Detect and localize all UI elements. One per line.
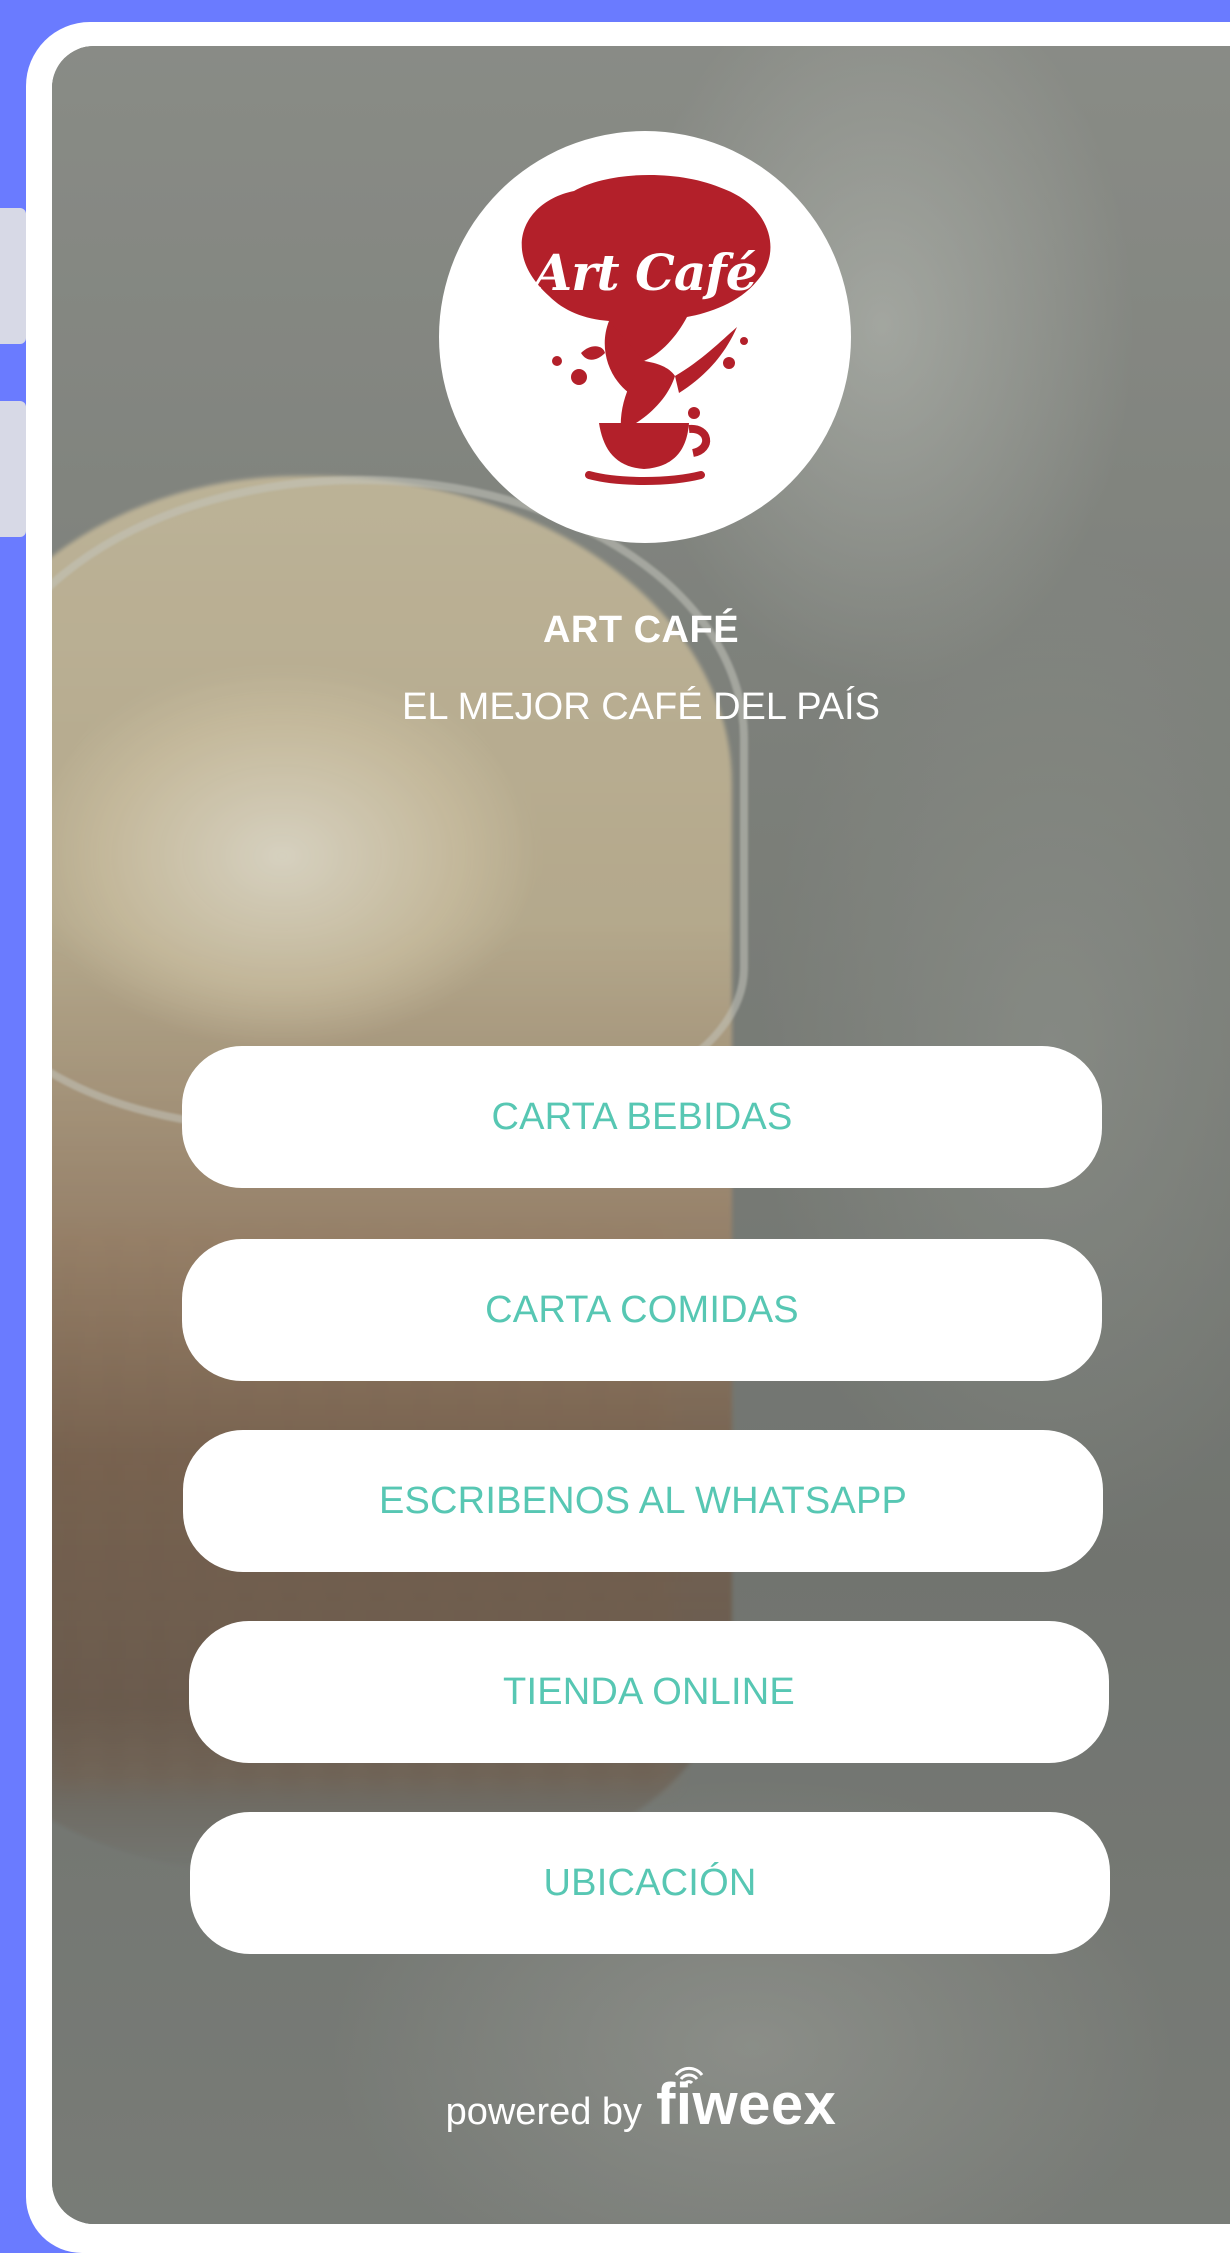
- wifi-signal-icon: [674, 2066, 704, 2085]
- logo-text: Art Café: [533, 243, 757, 302]
- carta-bebidas-button[interactable]: CARTA BEBIDAS: [182, 1046, 1102, 1188]
- powered-by-label: powered by: [445, 2091, 643, 2133]
- whatsapp-button[interactable]: ESCRIBENOS AL WHATSAPP: [183, 1430, 1103, 1572]
- carta-comidas-button[interactable]: CARTA COMIDAS: [182, 1239, 1102, 1381]
- side-button-lower: [0, 401, 26, 537]
- business-tagline: EL MEJOR CAFÉ DEL PAÍS: [402, 686, 880, 728]
- business-name: ART CAFÉ: [542, 609, 740, 651]
- coffee-cup-splash-icon: [521, 174, 771, 485]
- tienda-online-button[interactable]: TIENDA ONLINE: [189, 1621, 1109, 1763]
- fiweex-logo: fiweex: [656, 2066, 836, 2138]
- side-button-upper: [0, 208, 26, 344]
- phone-screen: Art Café ART CAFÉ EL MEJOR CAFÉ DEL PAÍS…: [52, 46, 1230, 2224]
- powered-by-footer[interactable]: powered by fiweex: [52, 2066, 1230, 2138]
- ubicacion-button[interactable]: UBICACIÓN: [190, 1812, 1110, 1954]
- logo: Art Café: [439, 131, 851, 543]
